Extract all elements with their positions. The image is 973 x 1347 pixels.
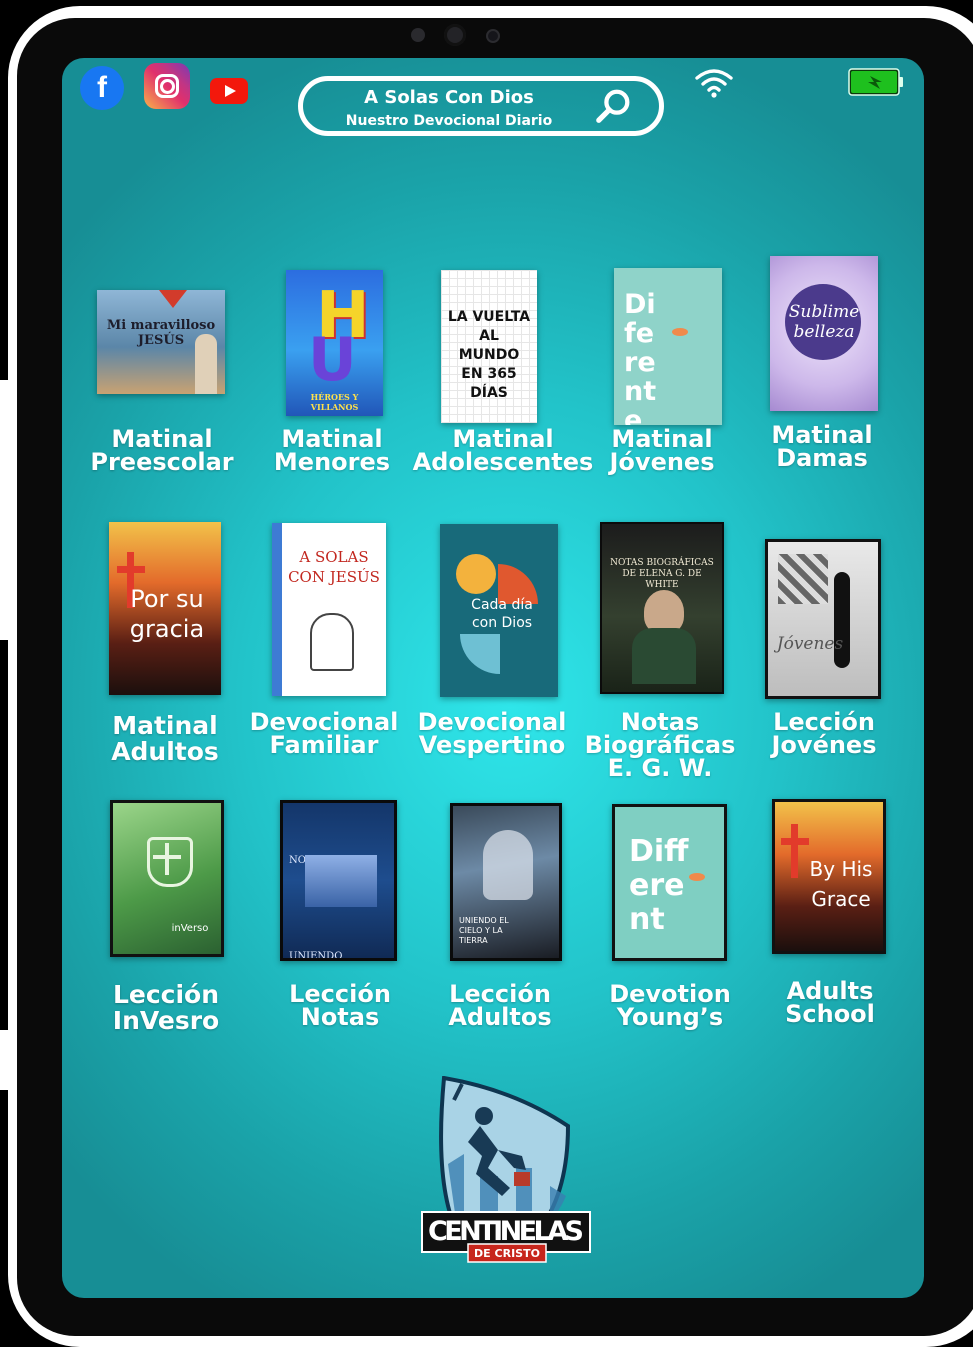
search-title: A Solas Con Dios <box>364 87 534 108</box>
book-cover[interactable]: Cada día con Dios <box>440 524 558 697</box>
cover-title: Por su gracia <box>129 585 205 643</box>
cover-title: Diferente <box>624 289 657 425</box>
book-cover[interactable]: Por su gracia <box>109 522 221 695</box>
battery-charging-icon <box>848 68 903 96</box>
book-label[interactable]: Devocional Vespertino <box>406 710 578 757</box>
book-label[interactable]: Matinal Jóvenes <box>576 427 748 474</box>
book-cover[interactable]: Diferente <box>614 268 722 425</box>
camera-dot <box>411 28 425 42</box>
book-label[interactable]: Adults School <box>744 979 916 1026</box>
book-cover[interactable]: H U HÉROES Y VILLANOS <box>286 270 383 416</box>
camera-sensor <box>488 31 498 41</box>
cover-title: A SOLAS CON JESÚS <box>288 548 380 586</box>
search-bar[interactable]: A Solas Con Dios Nuestro Devocional Diar… <box>298 76 664 136</box>
book-cover[interactable]: NOTAS UNIENDO <box>280 800 397 961</box>
facebook-glyph: f <box>97 71 107 104</box>
book-label[interactable]: Devocional Familiar <box>238 710 410 757</box>
book-cover[interactable]: UNIENDO EL CIELO Y LA TIERRA <box>450 803 562 961</box>
youtube-icon[interactable] <box>210 78 248 104</box>
book-label[interactable]: Lección Adultos <box>414 982 586 1029</box>
cover-title: LA VUELTA AL MUNDO EN 365 DÍAS <box>447 309 531 401</box>
book-cover[interactable]: Sublime belleza <box>770 256 878 411</box>
screen: f A Solas Con Dios Nuestro Devocional Di… <box>62 58 924 1298</box>
book-cover[interactable]: Jóvenes <box>765 539 881 699</box>
cover-title: NOTAS BIOGRÁFICAS DE ELENA G. DE WHITE <box>610 558 714 590</box>
front-camera <box>444 24 466 46</box>
search-icon[interactable] <box>595 87 633 125</box>
book-label[interactable]: Lección Jovénes <box>738 710 910 757</box>
wifi-icon <box>695 69 733 98</box>
book-label[interactable]: Matinal Adultos <box>79 713 251 765</box>
logo-sub-text: DE CRISTO <box>474 1247 540 1260</box>
book-label[interactable]: Notas Biográficas E. G. W. <box>574 710 746 780</box>
book-label[interactable]: Devotion Young’s <box>584 982 756 1029</box>
book-cover[interactable]: Mi maravilloso JESÚS <box>97 290 225 394</box>
centinelas-logo: CENTINELAS DE CRISTO <box>421 1076 591 1263</box>
cover-title: Different <box>629 834 689 937</box>
cover-title: Sublime belleza <box>788 302 860 342</box>
book-label[interactable]: Matinal Adolescentes <box>410 427 596 474</box>
cover-title: HÉROES Y VILLANOS <box>310 392 359 412</box>
book-label[interactable]: Lección Notas <box>254 982 426 1029</box>
book-cover[interactable]: Different <box>612 804 727 961</box>
cover-title: UNIENDO EL CIELO Y LA TIERRA <box>459 916 509 945</box>
book-label[interactable]: Lección InVesro <box>80 982 252 1034</box>
cover-title: inVerso <box>171 923 209 934</box>
book-cover[interactable]: NOTAS BIOGRÁFICAS DE ELENA G. DE WHITE <box>600 522 724 694</box>
cover-title: Jóvenes <box>776 634 844 654</box>
logo-main-text: CENTINELAS <box>428 1216 584 1247</box>
book-label[interactable]: Matinal Menores <box>246 427 418 474</box>
cover-title: By His Grace <box>809 857 873 911</box>
search-subtitle: Nuestro Devocional Diario <box>345 113 553 129</box>
book-label[interactable]: Matinal Preescolar <box>76 427 248 474</box>
side-button <box>0 380 10 640</box>
facebook-icon[interactable]: f <box>80 66 124 110</box>
book-cover[interactable]: A SOLAS CON JESÚS <box>272 523 386 696</box>
book-cover[interactable]: LA VUELTA AL MUNDO EN 365 DÍAS <box>441 270 537 423</box>
book-cover[interactable]: By His Grace <box>772 799 886 954</box>
book-cover[interactable]: inVerso <box>110 800 224 957</box>
instagram-icon[interactable] <box>144 63 190 109</box>
side-button <box>0 1030 10 1090</box>
book-label[interactable]: Matinal Damas <box>736 423 908 470</box>
cover-title: Cada día con Dios <box>471 597 533 631</box>
